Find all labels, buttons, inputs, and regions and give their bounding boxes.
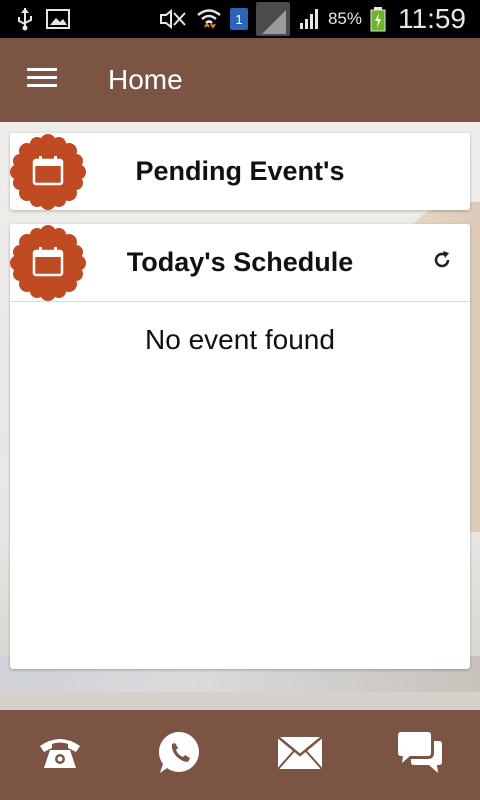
whatsapp-icon (157, 730, 203, 781)
empty-state-message: No event found (145, 324, 335, 355)
pending-events-card[interactable]: Pending Event's (10, 133, 470, 210)
clock: 11:59 (398, 3, 466, 34)
chat-icon (396, 731, 444, 780)
todays-schedule-card: Today's Schedule No event found (10, 224, 470, 669)
refresh-icon (432, 250, 452, 275)
calendar-icon (10, 134, 86, 210)
card-title: Today's Schedule (126, 247, 354, 277)
sim-slot-badge: 1 (229, 8, 248, 30)
email-button[interactable] (265, 720, 335, 790)
signal-icon (255, 2, 290, 36)
gallery-icon (46, 9, 70, 29)
page-title: Home (108, 64, 183, 95)
chat-button[interactable] (385, 720, 455, 790)
usb-icon (16, 7, 34, 31)
battery-icon (370, 6, 386, 32)
hamburger-menu-icon (27, 67, 57, 94)
status-bar: 1 85% 11:59 (0, 0, 480, 38)
whatsapp-button[interactable] (145, 720, 215, 790)
app-bar: Home (0, 38, 480, 122)
menu-button[interactable] (0, 38, 84, 122)
card-title: Pending Event's (135, 156, 345, 186)
card-header: Today's Schedule (10, 224, 470, 301)
battery-percentage: 85% (327, 9, 362, 28)
card-header: Pending Event's (10, 133, 470, 210)
signal-icon (298, 8, 320, 30)
call-button[interactable] (25, 720, 95, 790)
bottom-action-bar (0, 710, 480, 800)
calendar-icon (10, 225, 86, 301)
refresh-button[interactable] (430, 250, 454, 274)
wifi-icon (196, 7, 222, 31)
divider (10, 301, 470, 302)
mute-icon (158, 9, 188, 29)
mail-icon (277, 735, 323, 775)
phone-icon (38, 734, 82, 777)
